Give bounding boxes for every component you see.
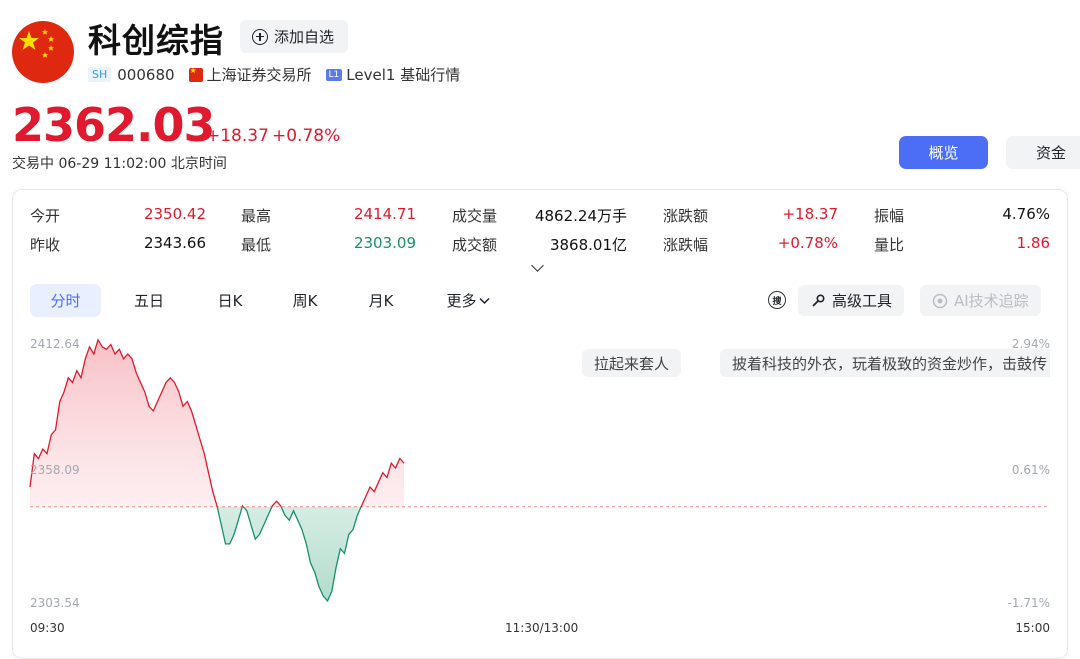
x-label-open: 09:30 [30,621,65,635]
intraday-chart[interactable] [0,0,1080,642]
y-pct-low: -1.71% [1007,596,1050,610]
danmaku-comment[interactable]: 拉起来套人 [582,349,682,377]
price-area-up [30,339,404,507]
y-label-low: 2303.54 [30,596,80,610]
x-label-midday: 11:30/13:00 [505,621,579,635]
x-label-close: 15:00 [1015,621,1050,635]
danmaku-comment[interactable]: 披着科技的外衣，玩着极致的资金炒作，击鼓传 [720,349,1050,377]
y-label-mid: 2358.09 [30,463,80,477]
y-label-high: 2412.64 [30,337,80,351]
y-pct-mid: 0.61% [1011,463,1050,477]
